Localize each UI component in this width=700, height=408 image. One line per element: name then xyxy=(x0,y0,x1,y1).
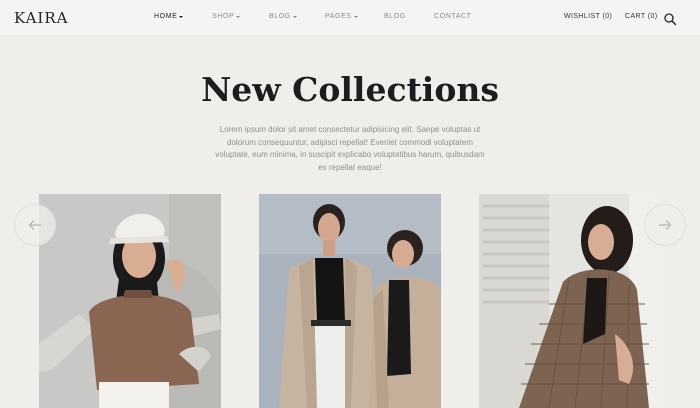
nav-item-label: HOME xyxy=(154,13,178,20)
header: KAIRA HOME SHOP BLOG PAGES BLOG CONTACT … xyxy=(0,0,700,36)
nav-item-blog[interactable]: BLOG xyxy=(269,13,297,20)
nav-item-contact[interactable]: CONTACT xyxy=(434,13,472,20)
hero-description-line: Lorem ipsum dolor sit amet consectetur a… xyxy=(219,125,481,134)
model-photo-white-hat xyxy=(39,194,221,408)
nav-item-label: SHOP xyxy=(212,13,235,20)
page-title: New Collections xyxy=(201,70,499,109)
caret-down-icon xyxy=(236,15,241,18)
search-icon xyxy=(664,13,677,26)
nav-item-blog-2[interactable]: BLOG xyxy=(384,13,406,20)
arrow-right-icon xyxy=(659,220,672,230)
collection-image-2[interactable] xyxy=(259,194,441,408)
caret-down-icon xyxy=(292,15,297,18)
collection-image-3[interactable] xyxy=(479,194,661,408)
model-photo-plaid-blazer xyxy=(479,194,661,408)
nav-item-home[interactable]: HOME xyxy=(154,13,184,20)
search-button[interactable] xyxy=(663,12,677,26)
nav-item-shop[interactable]: SHOP xyxy=(212,13,241,20)
carousel-next-button[interactable] xyxy=(644,204,686,246)
carousel-prev-button[interactable] xyxy=(14,204,56,246)
wishlist-link[interactable]: WISHLIST (0) xyxy=(564,13,612,20)
nav-item-label: BLOG xyxy=(269,13,291,20)
arrow-left-icon xyxy=(28,220,41,230)
caret-down-icon xyxy=(353,15,358,18)
nav-item-pages[interactable]: PAGES xyxy=(325,13,358,20)
hero-description: Lorem ipsum dolor sit amet consectetur a… xyxy=(200,124,500,175)
model-photo-trench-coats xyxy=(259,194,441,408)
hero-description-line: ex repellat eaque! xyxy=(318,163,382,173)
nav-item-label: PAGES xyxy=(325,13,352,20)
nav-item-label: CONTACT xyxy=(434,13,472,20)
hero-description-line: dolorum consequuntur, adipisci repellat!… xyxy=(227,137,473,147)
collection-image-1[interactable] xyxy=(39,194,221,408)
nav-item-label: BLOG xyxy=(384,13,406,20)
cart-link[interactable]: CART (0) xyxy=(625,13,658,20)
hero-description-line: voluptate, eum minima, in suscipit expli… xyxy=(215,150,485,160)
caret-down-icon xyxy=(179,15,184,18)
